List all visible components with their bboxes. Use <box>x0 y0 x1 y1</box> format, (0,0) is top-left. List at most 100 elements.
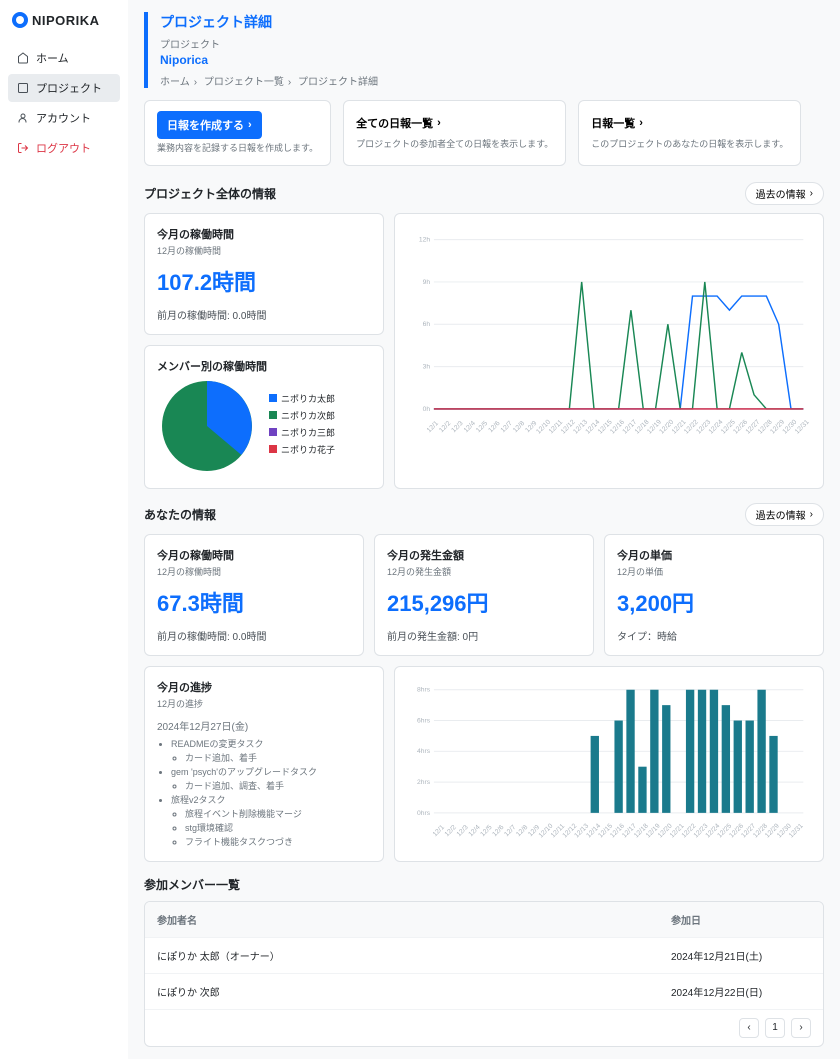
pager-prev[interactable]: ‹ <box>739 1018 759 1038</box>
pie-chart <box>157 376 257 476</box>
past-info-button[interactable]: 過去の情報 › <box>745 182 824 205</box>
svg-text:12/6: 12/6 <box>491 823 505 837</box>
svg-text:12/8: 12/8 <box>512 419 526 433</box>
you-rate-value: 3,200円 <box>617 586 811 618</box>
action-row: 日報を作成する › 業務内容を記録する日報を作成します。 全ての日報一覧 › プ… <box>144 100 824 166</box>
action-my-reports: 日報一覧 › このプロジェクトのあなたの日報を表示します。 <box>578 100 801 166</box>
past-info-button-2[interactable]: 過去の情報 › <box>745 503 824 526</box>
legend-item: ニポりカ次郎 <box>269 409 335 422</box>
pager: ‹ 1 › <box>145 1010 823 1046</box>
chevron-right-icon: › <box>437 117 441 129</box>
col-date: 参加日 <box>671 912 811 927</box>
crumb-home[interactable]: ホーム <box>160 77 190 88</box>
pager-next[interactable]: › <box>791 1018 811 1038</box>
table-header: 参加者名 参加日 <box>145 902 823 938</box>
chevron-right-icon: › <box>810 509 813 520</box>
nav-account[interactable]: アカウント <box>8 104 120 132</box>
crumb-detail[interactable]: プロジェクト詳細 <box>298 77 378 88</box>
svg-text:12/1: 12/1 <box>432 823 446 837</box>
svg-text:12/7: 12/7 <box>500 419 514 433</box>
member-hours-title: メンバー別の稼働時間 <box>157 358 371 374</box>
breadcrumb: ホーム› プロジェクト一覧› プロジェクト詳細 <box>160 73 824 88</box>
past-info-label: 過去の情報 <box>756 186 806 201</box>
table-row: にぽりか 太郎（オーナー） 2024年12月21日(土) <box>145 938 823 974</box>
chevron-right-icon: › <box>639 117 643 129</box>
svg-text:12/4: 12/4 <box>463 419 477 433</box>
svg-text:12/3: 12/3 <box>456 823 470 837</box>
svg-text:3h: 3h <box>423 363 431 370</box>
main-content: プロジェクト詳細 プロジェクト Niporica ホーム› プロジェクト一覧› … <box>128 0 840 1059</box>
you-rate-title: 今月の単価 <box>617 547 811 563</box>
logout-icon <box>16 141 30 155</box>
you-rate-sub: 12月の単価 <box>617 565 811 578</box>
svg-text:12/6: 12/6 <box>487 419 501 433</box>
nav-logout[interactable]: ログアウト <box>8 134 120 162</box>
my-reports-label: 日報一覧 <box>591 115 635 131</box>
total-hours-value: 107.2時間 <box>157 265 371 297</box>
all-reports-button[interactable]: 全ての日報一覧 › <box>356 111 441 135</box>
sidebar: NIPORIKA ホーム プロジェクト アカウント ログアウト <box>0 0 128 1059</box>
all-reports-label: 全ての日報一覧 <box>356 115 433 131</box>
my-reports-desc: このプロジェクトのあなたの日報を表示します。 <box>591 139 788 151</box>
crumb-projects[interactable]: プロジェクト一覧 <box>204 77 284 88</box>
table-row: にぽりか 次郎 2024年12月22日(日) <box>145 974 823 1010</box>
user-icon <box>16 111 30 125</box>
you-amount-title: 今月の発生金額 <box>387 547 581 563</box>
page-title: プロジェクト詳細 <box>160 12 824 32</box>
logo: NIPORIKA <box>8 12 120 28</box>
svg-text:12/5: 12/5 <box>479 823 493 837</box>
you-amount-value: 215,296円 <box>387 586 581 618</box>
nav-home-label: ホーム <box>36 50 69 66</box>
you-section-header: あなたの情報 過去の情報 › <box>144 503 824 526</box>
project-section-header: プロジェクト全体の情報 過去の情報 › <box>144 182 824 205</box>
you-hours-prev: 前月の稼働時間: 0.0時間 <box>157 628 351 643</box>
svg-text:12/3: 12/3 <box>450 419 464 433</box>
pager-page[interactable]: 1 <box>765 1018 785 1038</box>
svg-text:12/7: 12/7 <box>503 823 517 837</box>
you-amount-sub: 12月の発生金額 <box>387 565 581 578</box>
create-report-button[interactable]: 日報を作成する › <box>157 111 262 139</box>
svg-text:12/8: 12/8 <box>515 823 529 837</box>
you-rate-card: 今月の単価 12月の単価 3,200円 タイプ：時給 <box>604 534 824 656</box>
nav-home[interactable]: ホーム <box>8 44 120 72</box>
svg-text:12/4: 12/4 <box>467 823 481 837</box>
you-amount-prev: 前月の発生金額: 0円 <box>387 628 581 643</box>
project-grid: 今月の稼働時間 12月の稼働時間 107.2時間 前月の稼働時間: 0.0時間 … <box>144 213 824 489</box>
task-list: 2024年12月27日(金) READMEの変更タスク カード追加、着手 gem… <box>157 718 371 848</box>
member-date: 2024年12月22日(日) <box>671 984 811 999</box>
progress-sub: 12月の進捗 <box>157 697 371 710</box>
legend-item: ニポりカ太郎 <box>269 392 335 405</box>
project-icon <box>16 81 30 95</box>
my-reports-button[interactable]: 日報一覧 › <box>591 111 643 135</box>
you-stats-row: 今月の稼働時間 12月の稼働時間 67.3時間 前月の稼働時間: 0.0時間 今… <box>144 534 824 656</box>
svg-text:12/31: 12/31 <box>788 822 805 839</box>
task-subitem: stg環境確認 <box>185 821 371 834</box>
member-name: にぽりか 次郎 <box>157 984 671 999</box>
nav-project[interactable]: プロジェクト <box>8 74 120 102</box>
svg-text:9h: 9h <box>423 279 431 286</box>
logo-icon <box>12 12 28 28</box>
svg-text:6h: 6h <box>423 321 431 328</box>
nav-account-label: アカウント <box>36 110 91 126</box>
member-hours-card: メンバー別の稼働時間 ニポりカ太郎 ニポりカ次郎 ニポりカ三郎 ニポりカ花子 <box>144 345 384 489</box>
col-name: 参加者名 <box>157 912 671 927</box>
you-hours-card: 今月の稼働時間 12月の稼働時間 67.3時間 前月の稼働時間: 0.0時間 <box>144 534 364 656</box>
members-section-title: 参加メンバー一覧 <box>144 876 824 893</box>
nav-project-label: プロジェクト <box>36 80 102 96</box>
you-amount-card: 今月の発生金額 12月の発生金額 215,296円 前月の発生金額: 0円 <box>374 534 594 656</box>
svg-text:12/1: 12/1 <box>426 419 440 433</box>
you-progress-row: 今月の進捗 12月の進捗 2024年12月27日(金) READMEの変更タスク… <box>144 666 824 862</box>
task-item: READMEの変更タスク <box>171 737 371 750</box>
task-item: gem 'psych'のアップグレードタスク <box>171 765 371 778</box>
svg-text:6hrs: 6hrs <box>417 717 431 724</box>
you-hours-value: 67.3時間 <box>157 586 351 618</box>
svg-text:12/5: 12/5 <box>475 419 489 433</box>
svg-text:0h: 0h <box>423 406 431 413</box>
task-subitem: カード追加、調査、着手 <box>185 779 371 792</box>
svg-text:4hrs: 4hrs <box>417 748 431 755</box>
past-info-label: 過去の情報 <box>756 507 806 522</box>
you-rate-prev: タイプ：時給 <box>617 628 811 643</box>
member-name: にぽりか 太郎（オーナー） <box>157 948 671 963</box>
bar-chart-card: 0hrs2hrs4hrs6hrs8hrs12/112/212/312/412/5… <box>394 666 824 862</box>
action-create-report: 日報を作成する › 業務内容を記録する日報を作成します。 <box>144 100 331 166</box>
